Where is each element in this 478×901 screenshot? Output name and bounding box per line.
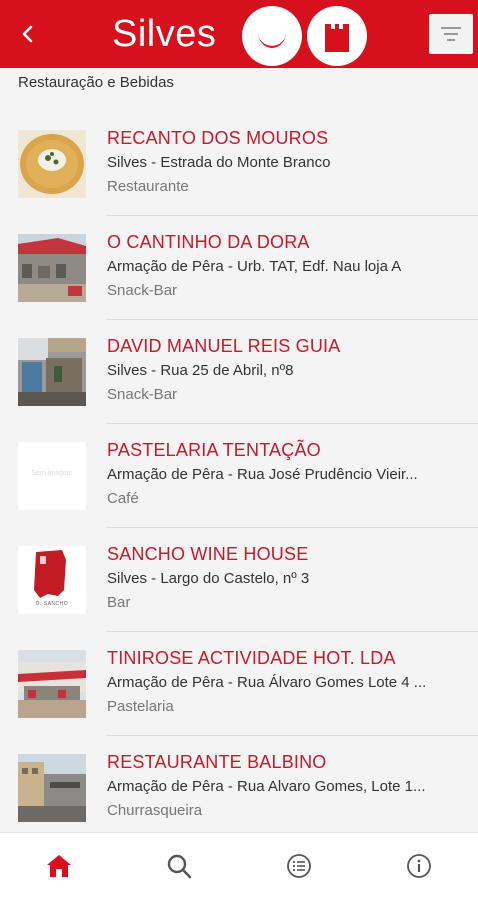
bottom-navigation xyxy=(0,832,478,901)
item-category: Snack-Bar xyxy=(107,386,178,403)
item-address: Armação de Pêra - Rua Alvaro Gomes, Lote… xyxy=(107,778,426,795)
establishment-list: RECANTO DOS MOUROS Silves - Estrada do M… xyxy=(0,112,478,840)
item-name: RECANTO DOS MOUROS xyxy=(107,128,329,148)
crescent-icon xyxy=(258,32,286,48)
item-category: Bar xyxy=(107,594,131,611)
app-header: Silves xyxy=(0,0,478,68)
bar-interior-image xyxy=(18,338,86,406)
building-image xyxy=(18,754,86,822)
item-thumbnail: Sem imagem xyxy=(18,442,86,510)
nav-search-button[interactable] xyxy=(164,851,194,881)
nav-home-button[interactable] xyxy=(44,851,74,881)
item-name: O CANTINHO DA DORA xyxy=(107,232,310,252)
item-category: Café xyxy=(107,490,139,507)
item-category: Restaurante xyxy=(107,178,189,195)
food-dish-image xyxy=(18,130,86,198)
castle-icon xyxy=(325,24,349,52)
filter-button[interactable] xyxy=(429,14,473,54)
list-icon xyxy=(287,854,311,878)
item-category: Pastelaria xyxy=(107,698,174,715)
list-item[interactable]: DAVID MANUEL REIS GUIA Silves - Rua 25 d… xyxy=(0,320,478,424)
chevron-left-icon xyxy=(22,25,33,43)
item-name: PASTELARIA TENTAÇÃO xyxy=(107,440,321,460)
item-name: TINIROSE ACTIVIDADE HOT. LDA xyxy=(107,648,396,668)
item-thumbnail xyxy=(18,338,86,406)
item-category: Churrasqueira xyxy=(107,802,203,819)
no-image-placeholder: Sem imagem xyxy=(31,470,73,477)
nav-list-button[interactable] xyxy=(284,851,314,881)
list-item[interactable]: RESTAURANTE BALBINO Armação de Pêra - Ru… xyxy=(0,736,478,840)
list-item[interactable]: O CANTINHO DA DORA Armação de Pêra - Urb… xyxy=(0,216,478,320)
section-title: Restauração e Bebidas xyxy=(18,74,174,91)
item-name: RESTAURANTE BALBINO xyxy=(107,752,327,772)
item-thumbnail xyxy=(18,650,86,718)
terrace-image xyxy=(18,234,86,302)
item-address: Silves - Largo do Castelo, nº 3 xyxy=(107,570,310,587)
item-thumbnail xyxy=(18,130,86,198)
page-title: Silves xyxy=(112,13,217,55)
castle-emblem xyxy=(307,6,367,66)
nav-info-button[interactable] xyxy=(404,851,434,881)
item-address: Silves - Estrada do Monte Branco xyxy=(107,154,331,171)
info-icon xyxy=(407,854,431,878)
item-address: Silves - Rua 25 de Abril, nº8 xyxy=(107,362,294,379)
item-thumbnail xyxy=(18,754,86,822)
cafe-exterior-image xyxy=(18,650,86,718)
item-thumbnail xyxy=(18,234,86,302)
logo-text: D. SANCHO xyxy=(35,601,69,607)
search-icon xyxy=(167,854,192,879)
item-category: Snack-Bar xyxy=(107,282,178,299)
item-address: Armação de Pêra - Urb. TAT, Edf. Nau loj… xyxy=(107,258,402,275)
back-button[interactable] xyxy=(14,20,42,48)
item-address: Armação de Pêra - Rua José Prudêncio Vie… xyxy=(107,466,418,483)
list-item[interactable]: D. SANCHO SANCHO WINE HOUSE Silves - Lar… xyxy=(0,528,478,632)
item-name: DAVID MANUEL REIS GUIA xyxy=(107,336,341,356)
list-item[interactable]: Sem imagem PASTELARIA TENTAÇÃO Armação d… xyxy=(0,424,478,528)
list-item[interactable]: RECANTO DOS MOUROS Silves - Estrada do M… xyxy=(0,112,478,216)
list-item[interactable]: TINIROSE ACTIVIDADE HOT. LDA Armação de … xyxy=(0,632,478,736)
item-address: Armação de Pêra - Rua Álvaro Gomes Lote … xyxy=(107,674,427,691)
item-name: SANCHO WINE HOUSE xyxy=(107,544,309,564)
filter-icon xyxy=(441,27,461,41)
crescent-emblem xyxy=(242,6,302,66)
home-icon xyxy=(47,855,71,877)
item-thumbnail: D. SANCHO xyxy=(18,546,86,614)
